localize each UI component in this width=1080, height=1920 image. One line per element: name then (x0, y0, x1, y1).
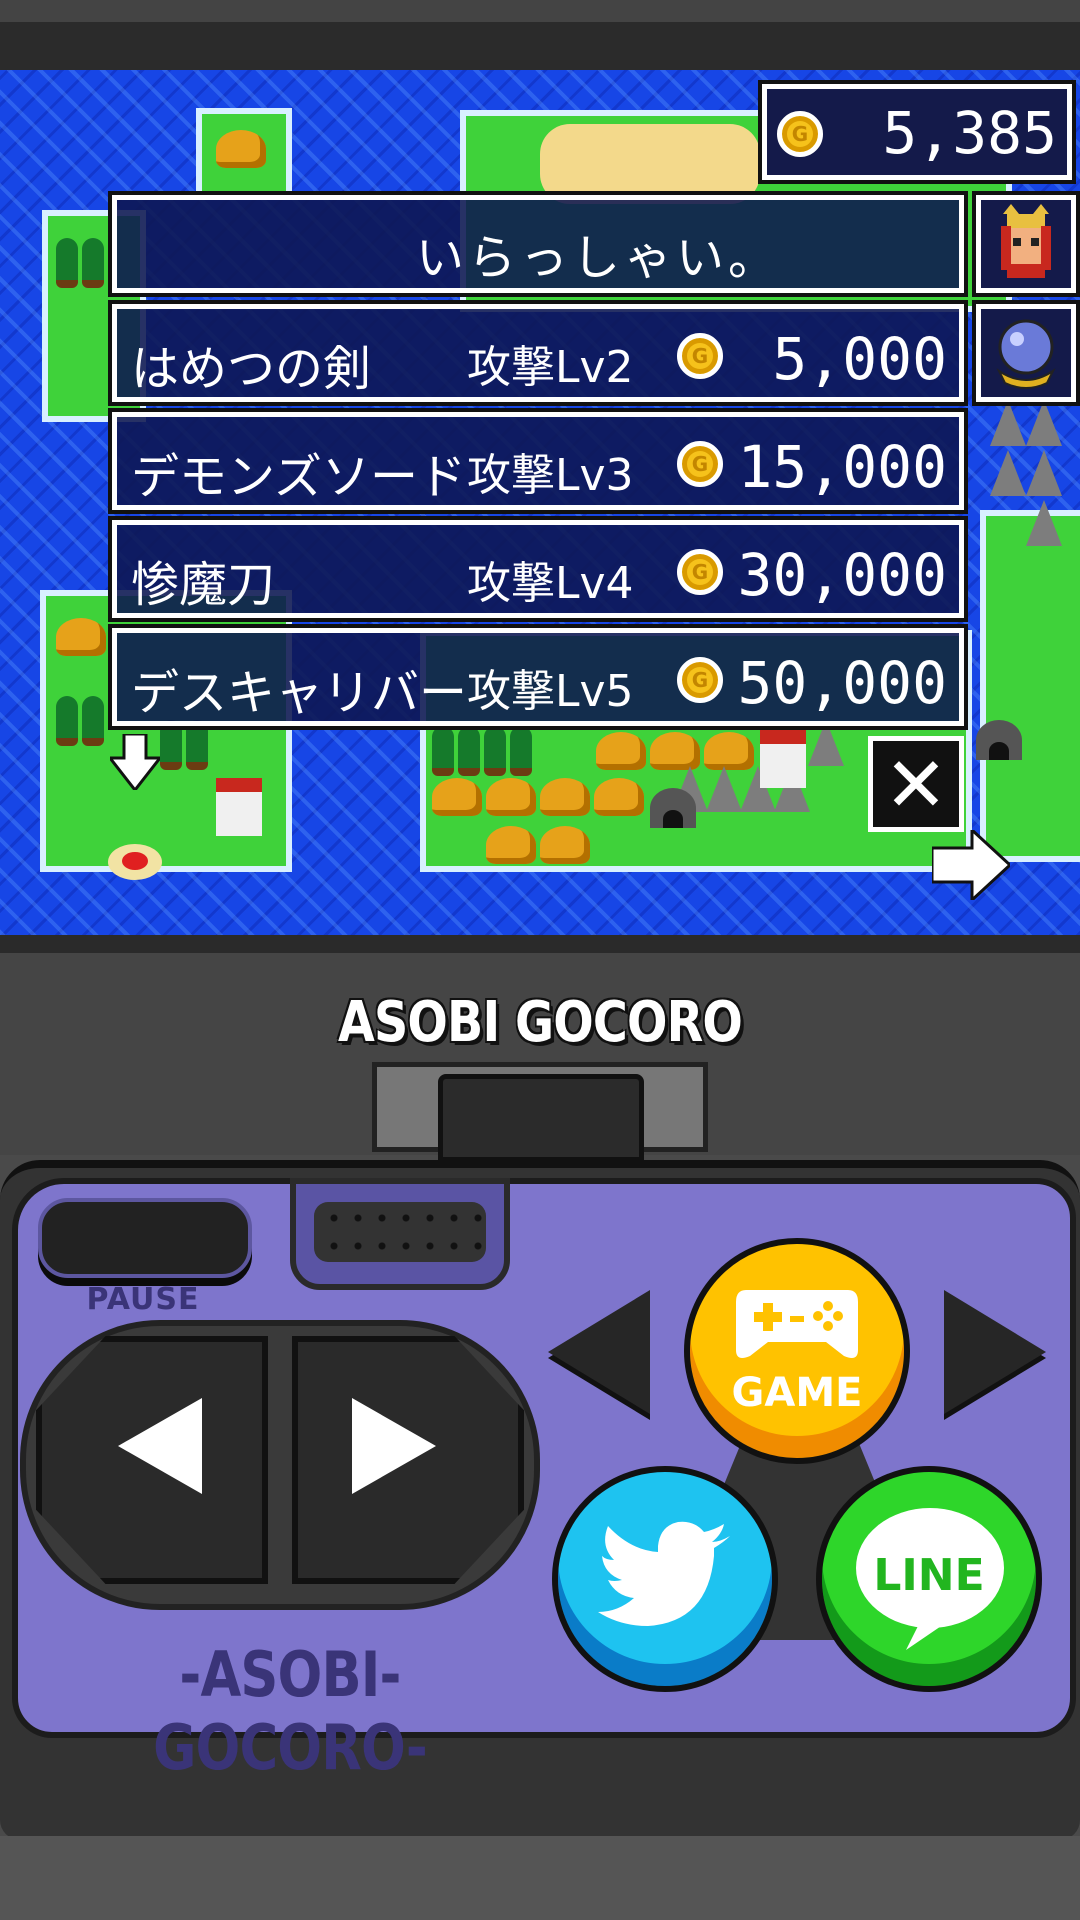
item-level: 攻撃Lv4 (467, 558, 634, 609)
coin-icon (677, 333, 723, 379)
village-house (760, 730, 806, 788)
item-name: はめつの剣 (131, 341, 372, 397)
tree (484, 726, 506, 776)
coin-icon (777, 111, 823, 157)
coin-counter: 5,385 (758, 80, 1076, 184)
bush (486, 826, 536, 864)
close-icon: ✕ (884, 740, 948, 829)
tree (56, 238, 78, 288)
bush (596, 732, 646, 770)
speaker (290, 1178, 510, 1290)
village-house (216, 778, 262, 836)
bush (704, 732, 754, 770)
game-button[interactable]: GAME (684, 1238, 910, 1464)
tree (160, 720, 182, 770)
desert (540, 124, 760, 204)
item-price: 15,000 (737, 433, 947, 501)
shop-greeting: いらっしゃい。 (108, 191, 968, 297)
tree (458, 726, 480, 776)
coin-value: 5,385 (882, 99, 1057, 167)
shop-item-3[interactable]: 惨魔刀 攻撃Lv4 30,000 (108, 516, 968, 622)
crystal-ball-button[interactable] (972, 300, 1080, 406)
next-button[interactable] (944, 1290, 1046, 1414)
bush (486, 778, 536, 816)
mountain (808, 720, 844, 766)
mountain (1026, 500, 1062, 546)
cartridge (438, 1074, 644, 1162)
line-button[interactable]: LINE (816, 1466, 1042, 1692)
item-level: 攻撃Lv3 (467, 450, 634, 501)
coin-icon (677, 549, 723, 595)
speaker-grill (314, 1202, 486, 1262)
item-level: 攻撃Lv2 (467, 342, 634, 393)
gamepad-icon (736, 1290, 858, 1358)
bush (540, 778, 590, 816)
tree (186, 720, 208, 770)
left-arrow-icon (118, 1398, 202, 1494)
prev-button[interactable] (548, 1290, 650, 1414)
shop-item-2[interactable]: デモンズソード 攻撃Lv3 15,000 (108, 408, 968, 514)
line-label: LINE (873, 1550, 985, 1601)
bush (650, 732, 700, 770)
hero-portrait-icon (1001, 204, 1051, 278)
arrow-down-icon[interactable] (110, 734, 160, 790)
close-button[interactable]: ✕ (868, 736, 964, 832)
bush (432, 778, 482, 816)
pause-label: PAUSE (86, 1282, 200, 1317)
arrow-right-icon[interactable] (932, 830, 1010, 900)
bush (540, 826, 590, 864)
mountain (990, 450, 1026, 496)
mountain (990, 400, 1026, 446)
item-level: 攻撃Lv5 (467, 666, 634, 717)
bush (594, 778, 644, 816)
twitter-bird-icon (598, 1521, 730, 1626)
tree (82, 696, 104, 746)
brand-logo-bottom: -ASOBI-GOCORO- (153, 1638, 428, 1784)
item-price: 5,000 (772, 325, 947, 393)
item-price: 30,000 (737, 541, 947, 609)
item-name: 惨魔刀 (131, 557, 276, 613)
mountain (1026, 400, 1062, 446)
twitter-button[interactable] (552, 1466, 778, 1692)
mountain (1026, 450, 1062, 496)
game-screen[interactable]: 5,385 いらっしゃい。 はめつの剣 攻撃Lv2 5,000 デ (0, 70, 1080, 935)
coin-icon (677, 657, 723, 703)
shop-item-1[interactable]: はめつの剣 攻撃Lv2 5,000 (108, 300, 968, 406)
tree (432, 726, 454, 776)
item-name: デモンズソード (131, 449, 467, 505)
bush (56, 618, 106, 656)
island-right (980, 510, 1080, 862)
game-label: GAME (731, 1370, 863, 1416)
item-price: 50,000 (737, 649, 947, 717)
coin-icon (677, 441, 723, 487)
tree (56, 696, 78, 746)
cave (976, 720, 1022, 760)
bush (216, 130, 266, 168)
cave (650, 788, 696, 828)
brand-logo-top: ASOBI GOCORO (337, 990, 743, 1055)
pause-button[interactable] (38, 1198, 252, 1278)
item-name: デスキャリバー (131, 665, 468, 721)
shop-item-4[interactable]: デスキャリバー 攻撃Lv5 50,000 (108, 624, 968, 730)
right-arrow-icon (352, 1398, 436, 1494)
top-bezel (0, 0, 1080, 70)
crystal-ball-icon (996, 319, 1056, 389)
greeting-text: いらっしゃい。 (415, 230, 780, 286)
bottom-bezel (0, 1836, 1080, 1920)
tree (510, 726, 532, 776)
mountain (706, 766, 742, 812)
red-jewel-icon (108, 844, 162, 880)
hero-portrait-button[interactable] (972, 191, 1080, 297)
tree (82, 238, 104, 288)
